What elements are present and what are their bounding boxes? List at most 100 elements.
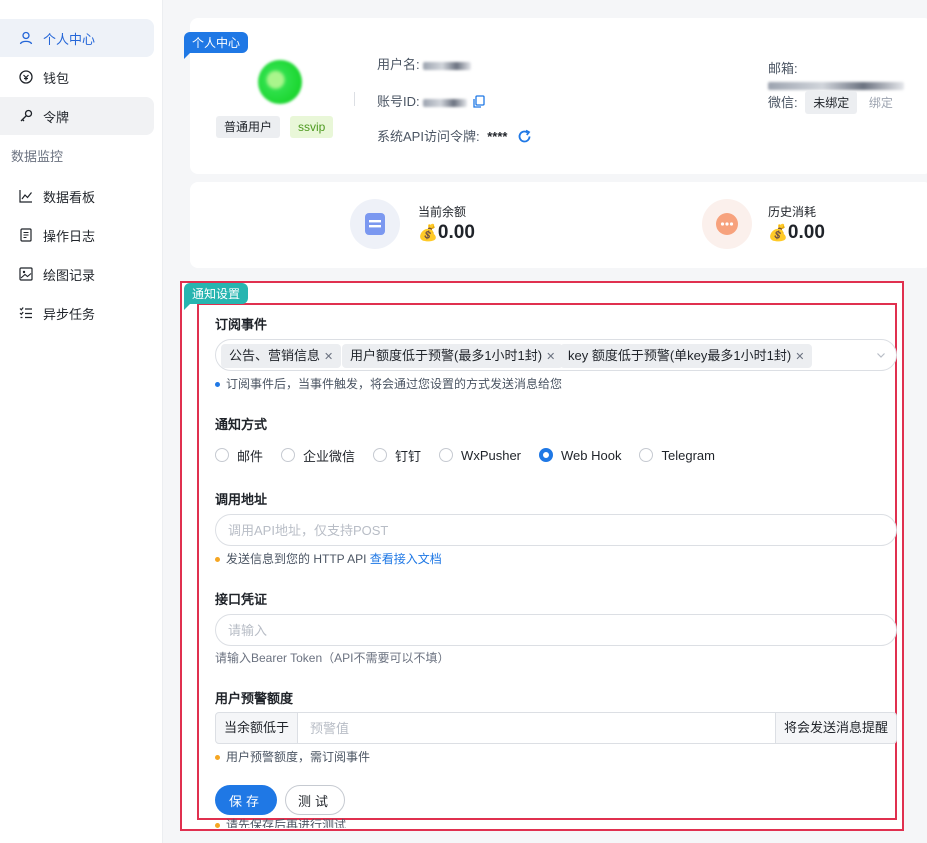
email-row: 邮箱:	[768, 58, 927, 92]
task-list-icon	[18, 305, 34, 321]
warning-dot-icon	[215, 755, 220, 761]
chip-close-icon[interactable]: ✕	[546, 351, 555, 363]
refresh-icon[interactable]	[517, 129, 532, 147]
sidebar-item-label: 个人中心	[43, 31, 96, 47]
chip-close-icon[interactable]: ✕	[795, 351, 804, 363]
radio-wecom[interactable]: 企业微信	[281, 446, 355, 465]
radio-telegram[interactable]: Telegram	[639, 448, 715, 463]
radio-circle-selected[interactable]	[539, 448, 554, 462]
wechat-label: 微信:	[768, 95, 798, 110]
history-icon	[702, 199, 752, 249]
balance-card: 当前余额 💰0.00 历史消耗 💰0.00	[190, 182, 927, 268]
radio-circle[interactable]	[373, 448, 388, 462]
wechat-row: 微信: 未绑定 绑定	[768, 91, 893, 114]
radio-circle[interactable]	[215, 448, 229, 462]
email-label: 邮箱:	[768, 61, 798, 76]
events-title: 订阅事件	[215, 317, 268, 332]
events-hint: 订阅事件后，当事件触发，将会通过您设置的方式发送消息给您	[215, 375, 562, 392]
money-bag-icon: 💰	[418, 225, 438, 242]
sidebar-item-label: 绘图记录	[43, 267, 96, 283]
url-title: 调用地址	[215, 492, 268, 507]
copy-icon[interactable]	[473, 94, 485, 111]
email-value-redacted	[768, 81, 904, 90]
profile-tag: 个人中心	[184, 32, 249, 59]
radio-webhook[interactable]: Web Hook	[539, 448, 621, 463]
history-consumption-value: 💰0.00	[768, 222, 825, 243]
sidebar-item-label: 令牌	[43, 109, 70, 125]
username-label: 用户名:	[377, 57, 420, 72]
credential-input[interactable]	[215, 614, 897, 646]
account-id-row: 账号ID:	[377, 91, 485, 111]
event-chip: 用户额度低于预警(最多1小时1封) ✕	[342, 344, 564, 368]
credential-hint: 请输入Bearer Token（API不需要可以不填）	[215, 651, 450, 665]
account-id-label: 账号ID:	[377, 94, 420, 109]
radio-circle[interactable]	[281, 448, 296, 462]
threshold-input[interactable]	[298, 712, 775, 744]
threshold-prefix: 当余额低于	[215, 712, 299, 744]
events-select[interactable]: 公告、营销信息 ✕ 用户额度低于预警(最多1小时1封) ✕ key 额度低于预警(单…	[215, 339, 897, 371]
info-dot-icon	[215, 382, 220, 388]
threshold-hint: 用户预警额度，需订阅事件	[215, 748, 370, 765]
api-token-row: 系统API访问令牌: ****	[377, 126, 532, 147]
method-radio-group: 邮件 企业微信 钉钉 WxPusher Web Hook Telegram	[215, 446, 733, 464]
chevron-down-icon	[876, 348, 886, 363]
warning-dot-icon	[215, 823, 220, 828]
method-title: 通知方式	[215, 417, 268, 432]
main-content: 个人中心 普通用户 ssvip 用户名: 账号ID: 系统API访问令牌: **…	[170, 0, 927, 843]
radio-dingtalk[interactable]: 钉钉	[373, 446, 421, 465]
current-balance-label: 当前余额	[418, 205, 467, 219]
log-icon	[18, 227, 34, 243]
user-icon	[18, 30, 34, 46]
notification-tag: 通知设置	[184, 283, 249, 310]
sidebar-item-dashboard[interactable]: 数据看板	[0, 177, 154, 215]
radio-email[interactable]: 邮件	[215, 446, 263, 465]
sidebar-item-profile[interactable]: 个人中心	[0, 19, 154, 57]
docs-link[interactable]: 查看接入文档	[370, 552, 442, 566]
webhook-url-input[interactable]	[215, 514, 897, 546]
save-button[interactable]: 保存	[215, 785, 277, 815]
chip-close-icon[interactable]: ✕	[324, 351, 333, 363]
role-badge: 普通用户	[216, 116, 281, 138]
sidebar-item-label: 操作日志	[43, 228, 96, 244]
sidebar-item-label: 异步任务	[43, 306, 96, 322]
image-icon	[18, 266, 34, 282]
key-icon	[18, 108, 34, 124]
threshold-title: 用户预警额度	[215, 691, 294, 706]
wallet-icon	[18, 69, 34, 85]
sidebar: 个人中心 钱包 令牌 数据监控 数据看板 操作日志 绘图记录 异步任务	[0, 0, 163, 843]
test-button[interactable]: 测试	[285, 785, 345, 815]
event-chip: key 额度低于预警(单key最多1小时1封) ✕	[560, 344, 813, 368]
credential-title: 接口凭证	[215, 592, 268, 607]
money-bag-icon: 💰	[768, 225, 788, 242]
event-chip: 公告、营销信息 ✕	[221, 344, 342, 368]
username-row: 用户名:	[377, 54, 472, 73]
bottom-hint: 请先保存后再进行测试	[215, 818, 346, 828]
current-balance-value: 💰0.00	[418, 222, 475, 243]
line-chart-icon	[18, 188, 34, 204]
username-value-redacted	[423, 61, 472, 70]
radio-wxpusher[interactable]: WxPusher	[439, 448, 521, 463]
radio-circle[interactable]	[439, 448, 454, 462]
radio-circle[interactable]	[639, 448, 654, 462]
threshold-suffix: 将会发送消息提醒	[774, 712, 897, 744]
sidebar-item-wallet[interactable]: 钱包	[0, 58, 154, 96]
level-badge: ssvip	[290, 116, 334, 138]
sidebar-item-drawings[interactable]: 绘图记录	[0, 255, 154, 293]
history-consumption-label: 历史消耗	[768, 205, 817, 219]
sidebar-item-token[interactable]: 令牌	[0, 97, 154, 135]
divider	[354, 92, 355, 106]
sidebar-group-label: 数据监控	[11, 149, 64, 164]
threshold-input-group: 当余额低于 将会发送消息提醒	[215, 712, 897, 744]
api-token-label: 系统API访问令牌:	[377, 129, 480, 144]
wechat-status-badge: 未绑定	[805, 91, 858, 114]
url-hint: 发送信息到您的 HTTP API 查看接入文档	[215, 550, 442, 567]
balance-icon	[350, 199, 400, 249]
sidebar-item-label: 钱包	[43, 70, 70, 86]
sidebar-item-async-tasks[interactable]: 异步任务	[0, 294, 154, 332]
sidebar-item-logs[interactable]: 操作日志	[0, 216, 154, 254]
account-id-value-redacted	[423, 98, 468, 107]
profile-card: 个人中心 普通用户 ssvip 用户名: 账号ID: 系统API访问令牌: **…	[184, 18, 927, 174]
wechat-bind-link[interactable]: 绑定	[869, 96, 893, 110]
avatar	[258, 60, 302, 104]
warning-dot-icon	[215, 557, 220, 563]
